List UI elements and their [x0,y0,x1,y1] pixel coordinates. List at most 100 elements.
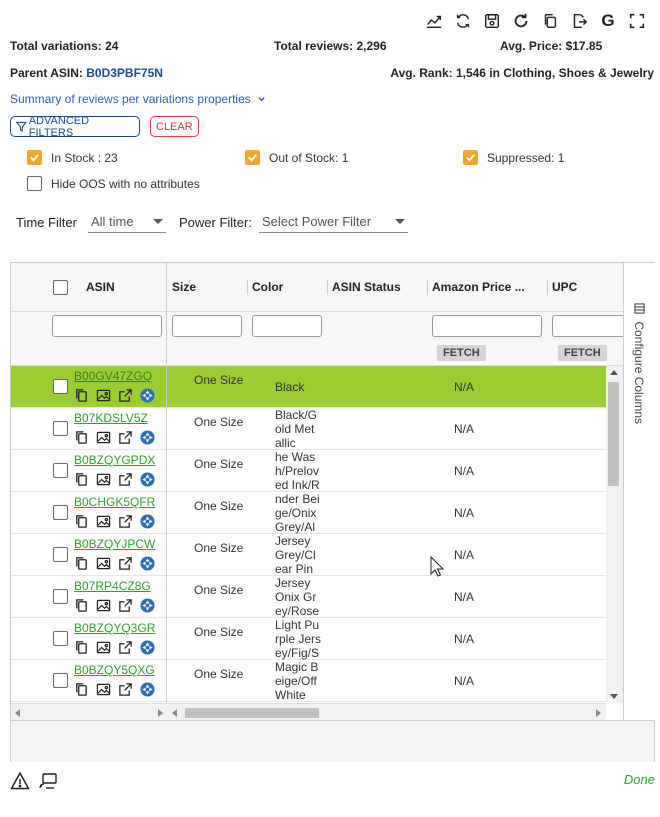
table-row[interactable]: B00GV47ZGQ [11,366,166,408]
fetch-price-button[interactable]: FETCH [437,345,486,361]
external-link-icon[interactable] [118,556,133,571]
amazon-price-filter-input[interactable] [432,315,542,337]
copy-icon[interactable] [74,514,89,529]
copy-icon[interactable] [74,472,89,487]
refresh-icon[interactable] [510,10,532,32]
column-header-asin-status[interactable]: ASIN Status [327,263,425,312]
column-header-amazon-price[interactable]: Amazon Price ... [427,263,545,312]
image-icon[interactable] [96,430,111,445]
scroll-up-icon[interactable] [610,370,618,375]
external-link-icon[interactable] [118,430,133,445]
table-row[interactable]: B07RP4CZ8G [11,576,166,618]
table-row[interactable]: B0BZQYJPCW [11,534,166,576]
table-row[interactable]: One Size Jersey Grey/Clear Pink/G N/A [167,534,623,576]
copy-icon[interactable] [74,430,89,445]
copy-icon[interactable] [74,682,89,697]
table-row[interactable]: B0BZQY5QXG [11,660,166,702]
vertical-scrollbar[interactable] [606,366,623,703]
image-icon[interactable] [96,556,111,571]
column-header-color[interactable]: Color [247,263,325,312]
external-link-icon[interactable] [118,514,133,529]
image-icon[interactable] [96,388,111,403]
keepa-icon[interactable] [140,472,155,487]
external-link-icon[interactable] [118,472,133,487]
power-filter-select[interactable]: Select Power Filter [259,211,408,233]
select-all-checkbox[interactable] [53,280,68,295]
copy-icon[interactable] [74,556,89,571]
google-icon[interactable]: G [597,10,619,32]
asin-link[interactable]: B0BZQYQ3GR [74,621,155,635]
pinned-horizontal-scrollbar[interactable] [11,703,167,720]
column-header-upc[interactable]: UPC [547,263,623,312]
clear-button[interactable]: CLEAR [150,116,199,137]
asin-link[interactable]: B07RP4CZ8G [74,579,151,593]
keepa-icon[interactable] [140,514,155,529]
keepa-icon[interactable] [140,430,155,445]
row-checkbox[interactable] [53,673,68,688]
upc-filter-input[interactable] [552,315,623,337]
fullscreen-icon[interactable] [626,10,648,32]
row-checkbox[interactable] [53,463,68,478]
export-icon[interactable] [568,10,590,32]
scroll-right-icon[interactable] [158,709,163,717]
table-row[interactable]: One Size Jersey Onix Grey/Rose N/A [167,576,623,618]
scroll-right-icon[interactable] [596,709,601,717]
image-icon[interactable] [96,598,111,613]
asin-link[interactable]: B00GV47ZGQ [74,369,152,383]
column-header-asin[interactable]: ASIN [81,263,115,312]
horizontal-scrollbar[interactable] [167,703,606,720]
asin-link[interactable]: B0CHGK5QFR [74,495,155,509]
vertical-scroll-thumb[interactable] [608,382,619,486]
in-stock-checkbox[interactable]: In Stock : 23 [27,150,118,165]
asin-link[interactable]: B07KDSLV5Z [74,411,148,425]
horizontal-scroll-thumb[interactable] [185,708,319,718]
summary-link[interactable]: Summary of reviews per variations proper… [10,92,266,106]
row-checkbox[interactable] [53,547,68,562]
image-icon[interactable] [96,472,111,487]
copy-icon[interactable] [539,10,561,32]
keepa-icon[interactable] [140,556,155,571]
asin-link[interactable]: B0BZQYJPCW [74,537,155,551]
asin-link[interactable]: B0BZQY5QXG [74,663,155,677]
row-checkbox[interactable] [53,631,68,646]
table-row[interactable]: One Size Magic Beige/Off White N/A [167,660,623,702]
hide-oos-checkbox[interactable]: Hide OOS with no attributes [27,176,200,191]
row-checkbox[interactable] [53,421,68,436]
trend-chart-icon[interactable] [423,10,445,32]
image-icon[interactable] [96,682,111,697]
external-link-icon[interactable] [118,682,133,697]
table-row[interactable]: B0CHGK5QFR [11,492,166,534]
image-icon[interactable] [96,640,111,655]
external-link-icon[interactable] [118,388,133,403]
table-row[interactable]: One Size nder Beige/Onix Grey/Al N/A [167,492,623,534]
table-row[interactable]: One Size he Wash/Preloved Ink/R N/A [167,450,623,492]
keepa-icon[interactable] [140,598,155,613]
save-icon[interactable] [481,10,503,32]
scroll-left-icon[interactable] [15,709,20,717]
screen-share-icon[interactable] [38,771,58,791]
row-checkbox[interactable] [53,505,68,520]
advanced-filters-button[interactable]: ADVANCED FILTERS [10,115,140,139]
row-checkbox[interactable] [53,589,68,604]
fetch-upc-button[interactable]: FETCH [558,345,607,361]
parent-asin-link[interactable]: B0D3PBF75N [86,66,163,80]
copy-icon[interactable] [74,640,89,655]
scroll-left-icon[interactable] [172,709,177,717]
table-row[interactable]: B07KDSLV5Z [11,408,166,450]
suppressed-checkbox[interactable]: Suppressed: 1 [463,150,564,165]
asin-link[interactable]: B0BZQYGPDX [74,453,155,467]
configure-columns-button[interactable]: Configure Columns [632,303,646,424]
keepa-icon[interactable] [140,682,155,697]
color-filter-input[interactable] [252,315,322,337]
table-row[interactable]: One Size Light Purple Jersey/Fig/S N/A [167,618,623,660]
table-row[interactable]: B0BZQYGPDX [11,450,166,492]
out-of-stock-checkbox[interactable]: Out of Stock: 1 [245,150,348,165]
keepa-icon[interactable] [140,388,155,403]
time-filter-select[interactable]: All time [88,211,166,233]
scroll-down-icon[interactable] [610,694,618,699]
external-link-icon[interactable] [118,640,133,655]
column-header-size[interactable]: Size [167,263,245,312]
keepa-icon[interactable] [140,640,155,655]
table-row[interactable]: One Size Black/Gold Metallic N/A [167,408,623,450]
external-link-icon[interactable] [118,598,133,613]
